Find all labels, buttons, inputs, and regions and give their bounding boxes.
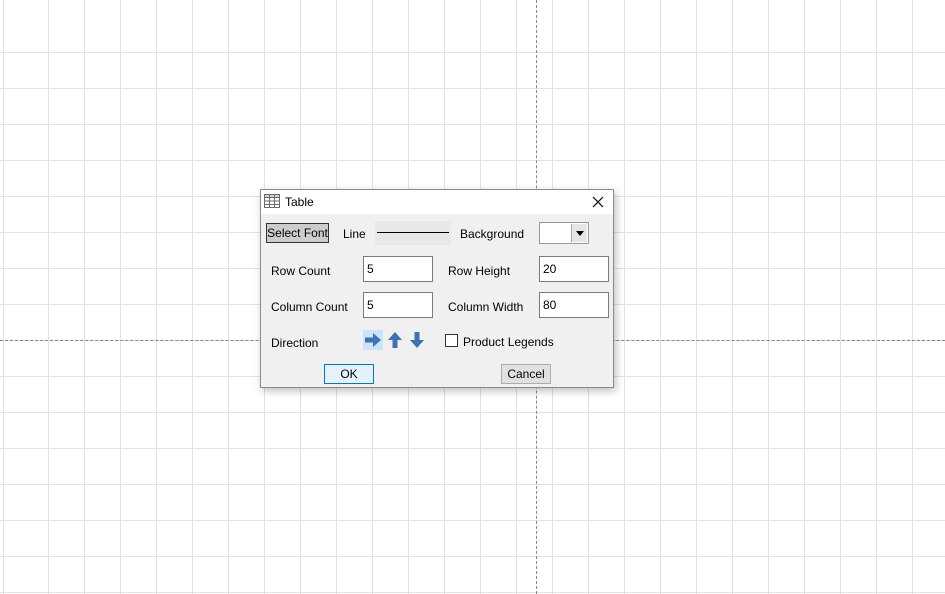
direction-up-button[interactable] [385,330,405,350]
dialog-title: Table [285,195,314,209]
background-label: Background [460,227,525,241]
direction-right-button[interactable] [363,330,383,350]
product-legends-checkbox[interactable] [445,334,458,347]
chevron-down-icon [571,224,587,242]
row-height-input[interactable] [539,256,609,282]
product-legends-label[interactable]: Product Legends [463,335,554,349]
ok-button[interactable]: OK [324,364,374,384]
line-label: Line [343,227,366,241]
column-count-label: Column Count [271,300,348,314]
arrow-down-icon [410,332,424,348]
direction-label: Direction [271,336,319,350]
close-button[interactable] [583,190,613,214]
line-style-sample[interactable] [375,221,451,245]
column-width-input[interactable] [539,292,609,318]
background-color-dropdown[interactable] [539,222,589,244]
row-count-label: Row Count [271,264,331,278]
column-count-input[interactable] [363,292,433,318]
table-icon [264,194,280,208]
cancel-button[interactable]: Cancel [501,364,551,384]
direction-down-button[interactable] [407,330,427,350]
row-count-input[interactable] [363,256,433,282]
table-dialog: Table Select Font Line Background Row Co… [260,189,614,388]
arrow-right-icon [365,333,381,347]
column-width-label: Column Width [448,300,524,314]
dialog-titlebar[interactable]: Table [261,190,613,214]
close-icon [592,196,604,208]
arrow-up-icon [388,332,402,348]
select-font-button[interactable]: Select Font [266,223,329,243]
row-height-label: Row Height [448,264,511,278]
